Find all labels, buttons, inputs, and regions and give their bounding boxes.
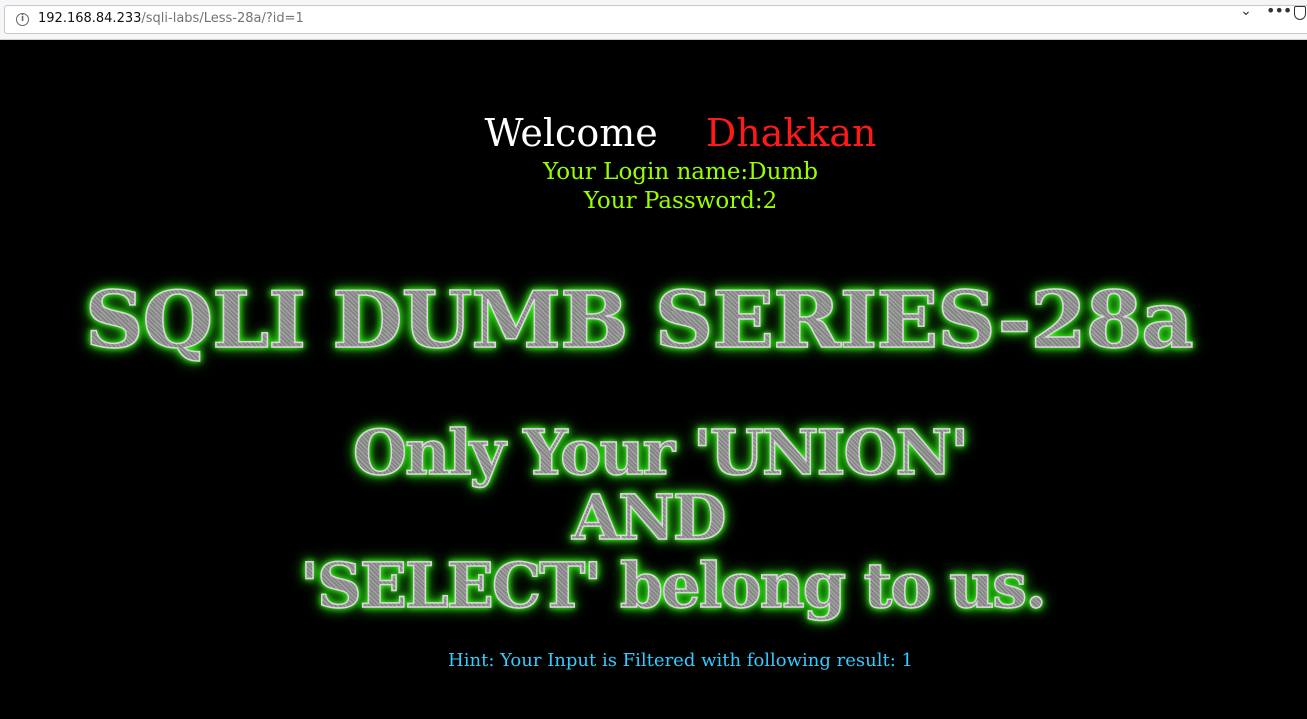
filter-hint: Hint: Your Input is Filtered with follow… bbox=[448, 650, 913, 671]
more-icon[interactable]: ••• bbox=[1266, 1, 1292, 20]
url-path: /sqli-labs/Less-28a/?id=1 bbox=[141, 11, 304, 26]
password-line: Your Password:2 bbox=[583, 188, 778, 214]
slogan-line-2: AND bbox=[571, 480, 747, 555]
slogan-line-1: Only Your 'UNION' bbox=[352, 415, 993, 490]
chevron-down-icon[interactable]: ⌄ bbox=[1238, 3, 1254, 19]
series-title-banner: SQLI DUMB SERIES-28a bbox=[84, 274, 1307, 367]
welcome-label: Welcome bbox=[484, 111, 658, 155]
page-content: Welcome Dhakkan Your Login name:Dumb Your… bbox=[0, 41, 1307, 719]
address-bar[interactable]: i 192.168.84.233/sqli-labs/Less-28a/?id=… bbox=[4, 5, 1307, 34]
welcome-name: Dhakkan bbox=[705, 111, 877, 155]
login-name-line: Your Login name:Dumb bbox=[543, 159, 818, 185]
pocket-icon[interactable] bbox=[1294, 6, 1306, 20]
url-host: 192.168.84.233 bbox=[38, 11, 142, 26]
login-info: Your Login name:Dumb Your Password:2 bbox=[0, 158, 1307, 216]
browser-toolbar: i 192.168.84.233/sqli-labs/Less-28a/?id=… bbox=[0, 0, 1307, 40]
welcome-heading: Welcome Dhakkan bbox=[0, 111, 1307, 155]
url-text[interactable]: 192.168.84.233/sqli-labs/Less-28a/?id=1 bbox=[38, 11, 304, 26]
info-icon[interactable]: i bbox=[16, 13, 29, 26]
slogan-line-3: 'SELECT' belong to us. bbox=[299, 548, 1060, 623]
